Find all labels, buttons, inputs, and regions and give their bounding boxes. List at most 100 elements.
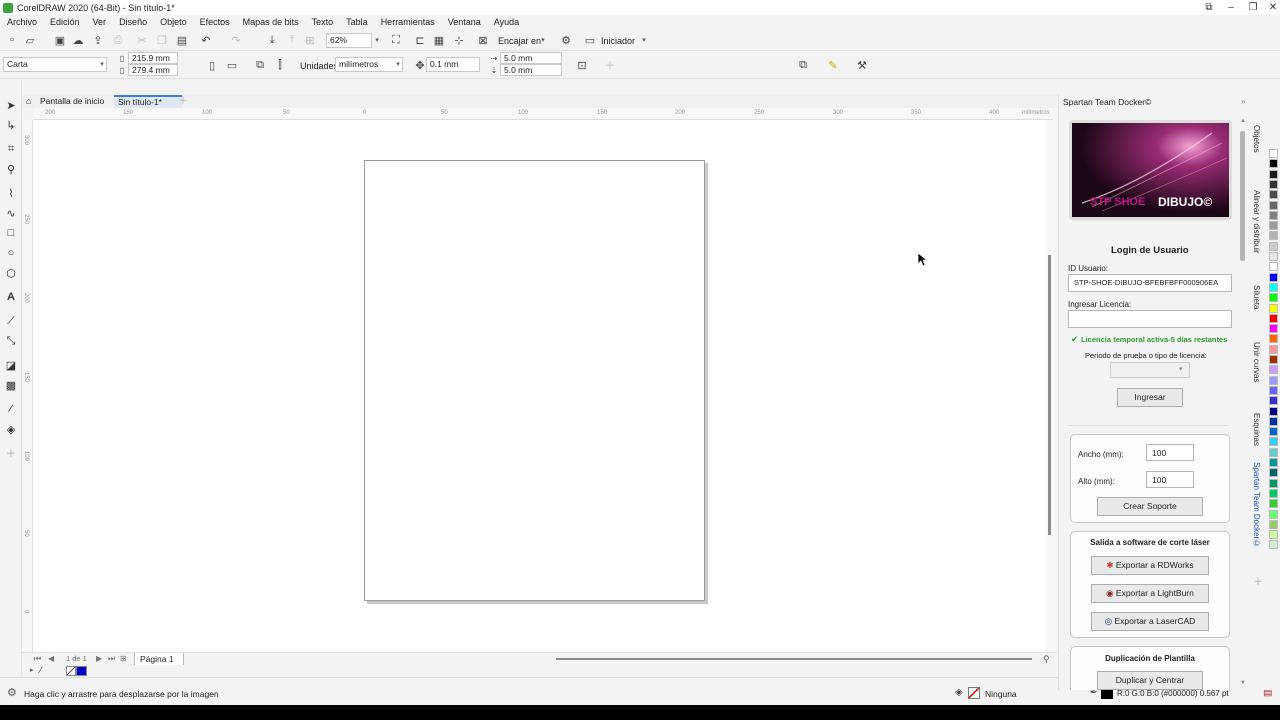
add-tool-icon[interactable]: ＋ bbox=[3, 445, 19, 461]
palette-swatch[interactable] bbox=[1269, 365, 1278, 375]
menu-efectos[interactable]: Efectos bbox=[200, 17, 230, 27]
login-button[interactable]: Ingresar bbox=[1117, 388, 1183, 407]
units-dropdown-icon[interactable]: ▾ bbox=[394, 57, 402, 72]
palette-swatch[interactable] bbox=[1269, 179, 1278, 189]
palette-swatch[interactable] bbox=[1269, 540, 1278, 550]
palette-swatch[interactable] bbox=[1269, 221, 1278, 231]
fill-icon[interactable]: ◈ bbox=[955, 687, 963, 698]
undo-icon[interactable]: ↶ bbox=[198, 32, 214, 48]
palette-swatch[interactable] bbox=[1269, 437, 1278, 447]
export-icon[interactable]: ⤒ bbox=[284, 32, 300, 48]
palette-swatch[interactable] bbox=[1269, 231, 1278, 241]
menu-ventana[interactable]: Ventana bbox=[448, 17, 481, 27]
menu-edicion[interactable]: Edición bbox=[50, 17, 80, 27]
palette-arrow-icon[interactable]: ▸ bbox=[30, 666, 34, 674]
palette-swatch[interactable] bbox=[1269, 519, 1278, 529]
palette-swatch[interactable] bbox=[1269, 488, 1278, 498]
add-page-icon[interactable]: ⊞ bbox=[120, 654, 127, 663]
duplicate-y-field[interactable]: 5.0 mm bbox=[500, 64, 562, 76]
width-field[interactable]: 100 bbox=[1146, 444, 1194, 461]
show-grid-icon[interactable]: ▦ bbox=[431, 32, 447, 48]
height-field[interactable]: 100 bbox=[1146, 471, 1194, 488]
tab-unir-curvas[interactable]: Unir curvas bbox=[1252, 342, 1261, 382]
transparency-icon[interactable]: ▩ bbox=[3, 377, 19, 393]
zoom-tool-icon[interactable]: ⚲ bbox=[3, 161, 19, 177]
menu-diseno[interactable]: Diseño bbox=[119, 17, 147, 27]
eyedropper-small-icon[interactable]: ⁄ bbox=[40, 665, 42, 675]
docker-scroll-up-icon[interactable]: ▲ bbox=[1240, 118, 1246, 124]
zoom-level-field[interactable]: 62% bbox=[326, 33, 372, 48]
drop-shadow-icon[interactable]: ◪ bbox=[3, 357, 19, 373]
all-pages-icon[interactable]: ⧉ bbox=[252, 57, 268, 73]
palette-swatch[interactable] bbox=[1269, 509, 1278, 519]
palette-swatch[interactable] bbox=[1269, 262, 1278, 272]
add-docker-icon[interactable]: ＋ bbox=[1253, 573, 1263, 588]
last-page-icon[interactable]: ⏭ bbox=[108, 654, 115, 664]
page-size-dropdown-icon[interactable]: ▾ bbox=[98, 57, 106, 72]
save-icon[interactable]: ▣ bbox=[52, 32, 68, 48]
add-tab-icon[interactable]: ＋ bbox=[178, 95, 188, 108]
maximize-button[interactable]: ❐ bbox=[1242, 0, 1264, 15]
interactive-fill-icon[interactable]: ◈ bbox=[3, 421, 19, 437]
duplicate-center-button[interactable]: Duplicar y Centrar bbox=[1097, 671, 1203, 690]
palette-swatch[interactable] bbox=[1269, 396, 1278, 406]
palette-swatch[interactable] bbox=[1269, 200, 1278, 210]
tab-esquinas[interactable]: Esquinas bbox=[1252, 413, 1261, 446]
tab-spartan[interactable]: Spartan Team Docker© bbox=[1252, 462, 1261, 548]
vertical-scroll-thumb[interactable] bbox=[1048, 255, 1051, 535]
full-screen-icon[interactable]: ⛶ bbox=[388, 32, 404, 48]
menu-ver[interactable]: Ver bbox=[93, 17, 107, 27]
tab-alinear[interactable]: Alinear y distribuir bbox=[1252, 190, 1261, 254]
polygon-tool-icon[interactable]: ⬡ bbox=[3, 265, 19, 281]
snap-to-label[interactable]: Encajar en bbox=[498, 36, 541, 46]
publish-pdf-icon[interactable]: ⊞ bbox=[302, 32, 318, 48]
palette-swatch[interactable] bbox=[1269, 313, 1278, 323]
menu-objeto[interactable]: Objeto bbox=[160, 17, 187, 27]
zoom-navigator-icon[interactable]: ⚲ bbox=[1043, 654, 1050, 665]
restore-docking-icon[interactable]: ⧉ bbox=[1198, 0, 1220, 15]
previous-page-icon[interactable]: ◀ bbox=[48, 654, 54, 663]
snap-to-icon[interactable]: ⊠ bbox=[475, 32, 491, 48]
blue-color-swatch[interactable] bbox=[76, 666, 87, 676]
next-page-icon[interactable]: ▶ bbox=[96, 654, 102, 663]
menu-texto[interactable]: Texto bbox=[312, 17, 334, 27]
shape-tool-icon[interactable]: ↳ bbox=[3, 117, 19, 133]
palette-swatch[interactable] bbox=[1269, 210, 1278, 220]
pick-tool-icon[interactable]: ➤ bbox=[3, 97, 19, 113]
docker-scroll-down-icon[interactable]: ▼ bbox=[1240, 680, 1246, 686]
palette-swatch[interactable] bbox=[1269, 159, 1278, 169]
current-page-icon[interactable]: ⫿ bbox=[272, 57, 288, 73]
upload-icon[interactable]: ⇪ bbox=[90, 32, 106, 48]
portrait-icon[interactable]: ▯ bbox=[204, 57, 220, 73]
print-icon[interactable]: ⎙ bbox=[110, 32, 126, 48]
tab-silueta[interactable]: Silueta bbox=[1252, 285, 1261, 309]
page-height-field[interactable]: 279.4 mm bbox=[128, 64, 178, 76]
import-icon[interactable]: ⤓ bbox=[264, 32, 280, 48]
palette-swatch[interactable] bbox=[1269, 169, 1278, 179]
horizontal-scrollbar[interactable] bbox=[556, 658, 1032, 660]
close-button[interactable]: ✕ bbox=[1262, 0, 1280, 15]
status-gear-icon[interactable]: ⚙ bbox=[7, 686, 17, 699]
user-id-field[interactable]: STP-SHOE-DIBUJO-BFEBFBFF000906EA bbox=[1068, 274, 1232, 292]
tab-home[interactable]: ⌂ Pantalla de inicio bbox=[24, 95, 114, 108]
palette-swatch[interactable] bbox=[1269, 355, 1278, 364]
nudge-distance-field[interactable]: 0.1 mm bbox=[426, 57, 480, 72]
export-lightburn-button[interactable]: ◉ Exportar a LightBurn bbox=[1091, 584, 1209, 603]
palette-swatch[interactable] bbox=[1269, 149, 1278, 158]
palette-swatch[interactable] bbox=[1269, 447, 1278, 457]
launcher-icon[interactable]: ▭ bbox=[582, 32, 598, 48]
palette-swatch[interactable] bbox=[1269, 478, 1278, 488]
units-select[interactable]: milímetros bbox=[335, 57, 403, 72]
vertical-scrollbar[interactable] bbox=[1046, 120, 1056, 665]
cloud-icon[interactable]: ☁ bbox=[70, 32, 86, 48]
open-icon[interactable]: ▱ bbox=[22, 32, 38, 48]
license-type-select[interactable] bbox=[1110, 362, 1190, 378]
palette-swatch[interactable] bbox=[1269, 427, 1278, 437]
license-field[interactable] bbox=[1068, 310, 1232, 328]
artistic-media-icon[interactable]: ∿ bbox=[3, 205, 19, 221]
palette-swatch[interactable] bbox=[1269, 406, 1278, 416]
vertical-ruler[interactable]: 300 250 200 150 100 50 0 bbox=[22, 120, 33, 665]
license-type-dropdown-icon[interactable]: ▾ bbox=[1179, 365, 1183, 373]
menu-herramientas[interactable]: Herramientas bbox=[381, 17, 435, 27]
drawing-canvas[interactable] bbox=[33, 120, 1046, 665]
